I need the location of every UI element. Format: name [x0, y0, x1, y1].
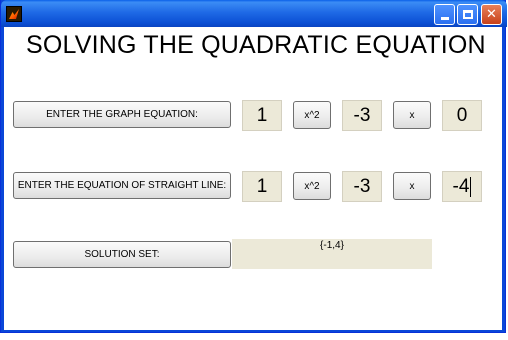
- graph-equation-button[interactable]: ENTER THE GRAPH EQUATION:: [13, 101, 231, 128]
- graph-coef-a-field[interactable]: 1: [242, 100, 282, 131]
- graph-x2-button[interactable]: x^2: [293, 101, 331, 129]
- line-x-button[interactable]: x: [393, 172, 431, 200]
- minimize-icon: [440, 17, 449, 20]
- close-icon: ✕: [486, 7, 497, 22]
- minimize-button[interactable]: [434, 4, 455, 25]
- matlab-icon[interactable]: [6, 6, 22, 22]
- title-bar[interactable]: ✕: [1, 0, 507, 27]
- solution-set-button[interactable]: SOLUTION SET:: [13, 241, 231, 268]
- solution-set-output: {-1,4}: [232, 239, 432, 269]
- line-coef-c-value: -4: [452, 175, 470, 197]
- line-coef-b-field[interactable]: -3: [342, 171, 382, 202]
- graph-x-button[interactable]: x: [393, 101, 431, 129]
- line-coef-c-field[interactable]: -4: [442, 171, 482, 202]
- graph-coef-c-field[interactable]: 0: [442, 100, 482, 131]
- line-equation-button[interactable]: ENTER THE EQUATION OF STRAIGHT LINE:: [13, 172, 231, 199]
- maximize-icon: [462, 10, 473, 19]
- line-x2-button[interactable]: x^2: [293, 172, 331, 200]
- graph-coef-b-field[interactable]: -3: [342, 100, 382, 131]
- maximize-button[interactable]: [457, 4, 478, 25]
- page-title: SOLVING THE QUADRATIC EQUATION: [26, 31, 486, 59]
- line-coef-a-field[interactable]: 1: [242, 171, 282, 202]
- text-cursor: [470, 176, 472, 197]
- figure-canvas: SOLVING THE QUADRATIC EQUATION ENTER THE…: [4, 27, 502, 330]
- close-button[interactable]: ✕: [481, 4, 502, 25]
- app-window: ✕ SOLVING THE QUADRATIC EQUATION ENTER T…: [0, 0, 507, 333]
- solution-set-value: {-1,4}: [320, 240, 344, 251]
